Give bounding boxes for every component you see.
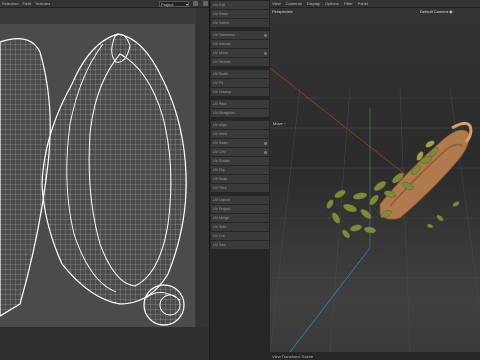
small-window-label: Move <box>273 121 283 126</box>
toggle-icon[interactable] <box>264 141 267 145</box>
panel-row-label: UV Sew <box>213 243 226 247</box>
panel-row[interactable]: UV Weld <box>211 130 269 138</box>
panel-row[interactable]: UV Relax <box>211 10 269 18</box>
panel-row[interactable]: UV Scale <box>211 70 269 78</box>
panel-row[interactable]: UV Project <box>211 205 269 213</box>
panel-row-label: UV Select <box>213 21 229 25</box>
uv-side-strip <box>196 8 209 360</box>
camera-icon: ◉ <box>449 9 453 14</box>
menu-options[interactable]: Options <box>325 1 339 6</box>
axis-z-line <box>289 247 371 352</box>
panel-row-label: UV Pack <box>213 102 227 106</box>
panel-row-label: UV Unwrap <box>213 90 232 94</box>
panel-row[interactable]: UV Layout <box>211 196 269 204</box>
uv-canvas[interactable] <box>0 24 195 327</box>
panel-row-label: UV Stretch <box>213 60 231 64</box>
uv-wireframe <box>0 33 187 326</box>
panel-row-label: UV Mirror <box>213 51 229 55</box>
options-icon[interactable] <box>203 1 208 6</box>
toggle-icon[interactable] <box>264 33 267 37</box>
panel-row[interactable]: UV Select <box>211 19 269 27</box>
panel-row[interactable]: UV Islands <box>211 40 269 48</box>
menu-filter[interactable]: Filter <box>344 1 353 6</box>
panel-row-label: UV Project <box>213 207 231 211</box>
panel-row-label: UV Weld <box>213 132 228 136</box>
viewport-3d-view[interactable]: Perspective Default Camera ◉ Move ◦ <box>270 8 480 352</box>
panel-row[interactable]: UV Split <box>211 223 269 231</box>
panel-row[interactable]: UV Mirror <box>211 49 269 57</box>
panel-row[interactable]: UV Cut <box>211 232 269 240</box>
panel-row-label: UV Seam <box>213 141 229 145</box>
panel-row[interactable]: UV Sew <box>211 241 269 249</box>
chevron-down-icon: ▾ <box>185 1 188 7</box>
panel-row[interactable]: UV Fit <box>211 79 269 87</box>
panel-row-label: UV Tiles <box>213 186 227 190</box>
uv-island-circle <box>143 284 185 326</box>
panel-row-label: UV Align <box>213 123 227 127</box>
panel-row-label: UV Split <box>213 225 226 229</box>
panel-row-label: UV Fit <box>213 81 223 85</box>
menu-cameras[interactable]: Cameras <box>286 1 302 6</box>
viewport-scene <box>270 67 480 352</box>
menu-field[interactable]: Field <box>22 1 31 6</box>
uv-editor-window: Selection Field Textures Project ▾ <box>0 0 209 360</box>
menu-view[interactable]: View <box>272 1 281 6</box>
panel-row-label: UV Cut <box>213 234 225 238</box>
menu-display[interactable]: Display <box>307 1 320 6</box>
panel-row-label: UV Straighten <box>213 111 236 115</box>
menu-textures[interactable]: Textures <box>35 1 50 6</box>
panel-row-label: UV Edit <box>213 3 226 7</box>
toggle-icon[interactable] <box>264 51 267 55</box>
camera-name-text: Default Camera <box>420 9 449 14</box>
panel-row[interactable]: UV Transform <box>211 31 269 39</box>
panel-row-label: UV Islands <box>213 42 231 46</box>
panel-row-label: UV Snap <box>213 177 228 181</box>
panel-row[interactable]: UV Align <box>211 121 269 129</box>
panel-row-label: UV Scale <box>213 72 228 76</box>
menu-panel[interactable]: Panel <box>358 1 368 6</box>
floor-grid <box>270 87 480 352</box>
panel-row[interactable]: UV Merge <box>211 214 269 222</box>
viewport-menubar: View Cameras Display Options Filter Pane… <box>270 0 480 8</box>
panel-row[interactable]: UV Tiles <box>211 184 269 192</box>
camera-name-label[interactable]: Default Camera ◉ <box>420 9 453 14</box>
panel-row[interactable]: UV Stretch <box>211 58 269 66</box>
panel-row[interactable]: UV Snap <box>211 175 269 183</box>
panel-row-label: UV Grid <box>213 150 226 154</box>
viewport-footer: View Transform: Scene <box>270 352 480 360</box>
panel-row[interactable]: UV Grid <box>211 148 269 156</box>
panel-row-label: UV Rotate <box>213 159 230 163</box>
panel-row[interactable]: UV Straighten <box>211 109 269 117</box>
axis-x-line <box>270 67 421 187</box>
panel-row[interactable]: UV Seam <box>211 139 269 147</box>
panel-row-label: UV Merge <box>213 216 230 220</box>
panel-row[interactable]: UV Unwrap <box>211 88 269 96</box>
toggle-icon[interactable] <box>264 150 267 154</box>
project-select[interactable]: Project ▾ <box>159 0 189 7</box>
panel-row[interactable]: UV Edit <box>211 1 269 9</box>
panel-row-label: UV Relax <box>213 12 229 16</box>
panel-row[interactable]: UV Rotate <box>211 157 269 165</box>
panel-row-label: UV Layout <box>213 198 230 202</box>
menu-selection[interactable]: Selection <box>2 1 18 6</box>
uv-island-main <box>41 33 187 305</box>
panel-row[interactable]: UV Flip <box>211 166 269 174</box>
small-floating-window[interactable]: Move ◦ <box>273 121 289 128</box>
small-window-icon: ◦ <box>283 121 286 126</box>
project-select-label: Project <box>161 1 174 7</box>
panel-row[interactable]: UV Pack <box>211 100 269 108</box>
panel-row-label: UV Transform <box>213 33 236 37</box>
lock-icon[interactable] <box>193 1 198 6</box>
view-transform-label: View Transform: Scene <box>272 353 314 359</box>
uv-tools-panel: UV Edit UV Relax UV Select UV Transform … <box>209 0 270 360</box>
viewport-window: View Cameras Display Options Filter Pane… <box>270 0 480 360</box>
uv-bottom-area <box>0 327 209 360</box>
view-name-label: Perspective <box>272 9 293 14</box>
panel-row-label: UV Flip <box>213 168 225 172</box>
uv-menubar: Selection Field Textures Project ▾ <box>0 0 209 8</box>
